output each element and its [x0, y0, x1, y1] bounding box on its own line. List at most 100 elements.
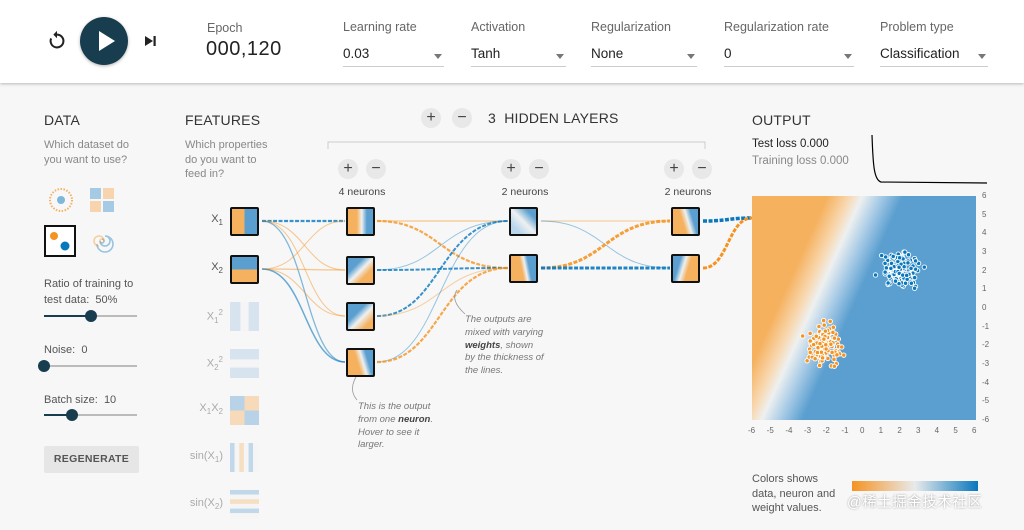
note-line: the lines.: [465, 365, 504, 377]
x-tick-label: 4: [934, 426, 940, 435]
y-tick-label: 2: [982, 265, 987, 275]
feature-sin-x1-node[interactable]: [230, 443, 259, 472]
data-point: [828, 341, 834, 347]
x-tick-label: 5: [953, 426, 958, 435]
y-tick-label: 4: [982, 228, 987, 238]
weight-link[interactable]: [261, 268, 346, 271]
data-point: [816, 323, 822, 330]
neuron-l2-n2[interactable]: [509, 254, 538, 283]
x-tick-label: -5: [766, 426, 774, 435]
data-point: [812, 356, 818, 362]
feature-x1x2-node[interactable]: [230, 396, 259, 425]
data-point: [921, 264, 927, 270]
test-loss: Test loss 0.000: [752, 138, 829, 150]
x-tick-label: 0: [860, 426, 865, 435]
watermark: @稀土掘金技术社区: [847, 495, 983, 511]
add-neuron-button-layer1[interactable]: +: [338, 159, 358, 179]
data-point: [908, 280, 915, 286]
feature-x1-node[interactable]: [230, 207, 259, 236]
data-point: [830, 324, 837, 330]
note-line: .: [430, 413, 433, 425]
note-line: The outputs are: [465, 314, 532, 325]
remove-neuron-button-layer1[interactable]: −: [366, 159, 386, 179]
data-point: [817, 362, 823, 369]
add-neuron-button-layer2[interactable]: +: [501, 159, 521, 179]
data-point: [872, 272, 879, 278]
data-point: [896, 255, 903, 261]
data-point: [904, 272, 910, 279]
feature-x2-squared-label: X22: [206, 355, 223, 372]
weight-link[interactable]: [702, 216, 753, 270]
loss-curve-chart: [871, 135, 988, 184]
data-point: [807, 349, 813, 355]
x-tick-label: 3: [916, 426, 921, 435]
feature-sin-x1-label: sin(X1): [189, 450, 223, 465]
remove-layer-button[interactable]: −: [452, 108, 472, 128]
feature-x2-squared-node[interactable]: [230, 349, 259, 378]
weight-link[interactable]: [261, 268, 346, 317]
layer1-neuron-count: 4 neurons: [338, 186, 386, 198]
x-tick-label: 2: [897, 426, 902, 435]
x-tick-label: -3: [804, 426, 812, 435]
data-point: [902, 280, 909, 286]
feature-x1-squared-label: X12: [206, 308, 223, 325]
neuron-l1-n3[interactable]: [346, 302, 375, 331]
test-loss-label: Test loss: [752, 138, 797, 150]
remove-neuron-button-layer2[interactable]: −: [529, 159, 549, 179]
legend-line: Colors shows: [752, 473, 819, 485]
data-point: [839, 344, 845, 350]
feature-x1-squared-node[interactable]: [230, 302, 259, 331]
training-loss: Training loss 0.000: [752, 155, 849, 167]
note-bold: weights: [465, 339, 501, 351]
layer2-neuron-count: 2 neurons: [501, 186, 549, 198]
weight-link[interactable]: [261, 268, 346, 363]
weight-link[interactable]: [376, 267, 509, 317]
annotation-pointer: [351, 376, 358, 401]
data-point: [908, 265, 914, 272]
weight-link[interactable]: [261, 220, 346, 271]
test-loss-value: 0.000: [799, 138, 829, 150]
x-tick-label: -4: [785, 426, 793, 435]
feature-x1-label: X1: [211, 213, 223, 228]
feature-x2-label: X2: [211, 261, 223, 276]
data-point: [827, 318, 833, 325]
note-line: by the thickness of: [465, 352, 544, 364]
weight-link[interactable]: [540, 220, 671, 269]
neuron-l1-n1[interactable]: [346, 207, 375, 236]
remove-neuron-button-layer3[interactable]: −: [692, 159, 712, 179]
y-tick-label: 3: [982, 247, 987, 256]
neuron-l3-n2[interactable]: [671, 254, 700, 283]
weight-link[interactable]: [261, 220, 346, 270]
data-point: [820, 317, 827, 324]
data-point: [821, 336, 827, 342]
feature-sin-x2-node[interactable]: [230, 490, 259, 519]
y-tick-label: 5: [982, 209, 987, 219]
feature-x2-node[interactable]: [230, 255, 259, 284]
data-point: [819, 355, 826, 361]
legend-line: data, neuron and: [752, 487, 836, 500]
neuron-l1-n4[interactable]: [346, 348, 375, 377]
annotation-pointer: [454, 289, 466, 315]
weights-annotation: The outputs are mixed with varying weigh…: [465, 314, 544, 378]
neuron-l2-n1[interactable]: [509, 207, 538, 236]
data-point: [841, 352, 847, 358]
training-loss-label: Training loss: [752, 155, 817, 167]
data-point: [830, 329, 836, 336]
data-point: [834, 352, 840, 358]
add-layer-button[interactable]: +: [421, 108, 441, 128]
data-point: [817, 341, 823, 347]
note-line: mixed with varying: [465, 326, 544, 338]
layer3-neuron-count: 2 neurons: [664, 186, 712, 198]
data-point: [807, 330, 813, 337]
legend-line: weight values.: [752, 502, 822, 514]
data-point: [821, 322, 827, 328]
data-point: [825, 355, 831, 362]
add-neuron-button-layer3[interactable]: +: [664, 159, 684, 179]
neuron-l3-n1[interactable]: [671, 207, 700, 236]
hidden-layer-count: 3: [488, 110, 496, 126]
neuron-l1-n2[interactable]: [346, 256, 375, 285]
output-heatmap[interactable]: [752, 196, 976, 420]
weight-link[interactable]: [376, 220, 509, 271]
y-tick-label: 0: [982, 303, 987, 312]
data-point: [890, 253, 896, 260]
